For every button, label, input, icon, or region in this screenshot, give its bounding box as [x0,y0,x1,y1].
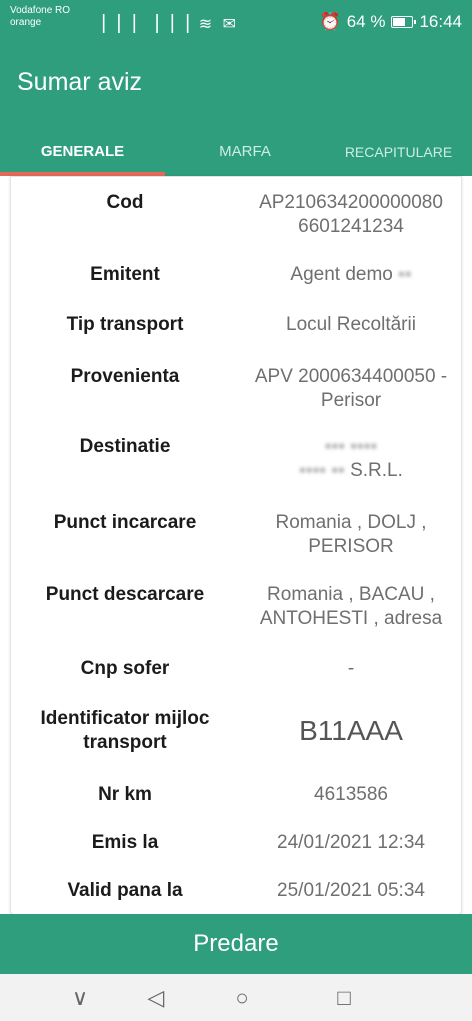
detail-label: Cod [106,192,144,213]
detail-value: 24/01/2021 12:34 [277,832,425,853]
home-icon[interactable]: ○ [222,982,262,1014]
detail-value: ▪▪▪ ▪▪▪▪ ▪▪▪▪ ▪▪ S.R.L. [239,435,461,483]
recent-apps-icon[interactable]: □ [324,982,364,1014]
back-icon[interactable]: ◁ [136,982,176,1014]
detail-value: APV 2000634400050 - Perisor [254,366,448,411]
status-bar: Vodafone RO orange ▕▕▕ ▕▕▕ ≋ ✉ ⏰ 64 % 16… [0,0,472,44]
detail-value: 25/01/2021 05:34 [277,880,425,901]
detail-value-text: S.R.L. [350,460,403,481]
signal-wifi-icons: ▕▕▕ ▕▕▕ ≋ ✉ [92,14,239,34]
alarm-icon: ⏰ [319,12,341,31]
detail-value: 4613586 [314,784,388,805]
detail-value: Romania , BACAU , ANTOHESTI , adresa [259,584,443,629]
detail-label: Punct descarcare [45,584,205,605]
detail-value: B11AAA [299,715,403,746]
signal-icon: ▕▕▕ ▕▕▕ ≋ ✉ [92,16,239,33]
detail-label: Valid pana la [67,880,183,901]
detail-value: - [347,658,355,679]
carrier-line-1: Vodafone RO [10,5,71,16]
carrier-name: Vodafone RO orange [10,5,70,29]
predare-button[interactable]: Predare [0,914,472,974]
app-bar: Sumar aviz GENERALE MARFA RECAPITULARE [0,44,472,176]
collapse-icon[interactable]: ∨ [60,982,100,1014]
redacted-text: ▪▪▪ ▪▪▪▪ [324,436,378,457]
detail-label: Destinatie [79,436,171,457]
redacted-text: ▪▪ [392,264,412,285]
detail-label: Emitent [90,264,160,285]
detail-label: Emis la [91,832,159,853]
detail-label: Identificator mijloc transport [40,708,210,753]
battery-icon [391,16,417,28]
detail-value: Locul Recoltării [286,314,416,335]
detail-label: Cnp sofer [80,658,170,679]
detail-value: Agent demo ▪▪ [239,263,461,287]
detail-value: Romania , DOLJ , PERISOR [275,512,427,557]
detail-label: Punct incarcare [53,512,197,533]
detail-label: Nr km [98,784,152,805]
status-right: ⏰ 64 % 16:44 [320,12,462,32]
system-nav-bar: ∨ ◁ ○ □ [0,974,472,1021]
clock: 16:44 [419,12,462,31]
detail-label: Provenienta [70,366,180,387]
tab-generale[interactable]: GENERALE [0,132,165,176]
detail-value-text: Agent demo [290,264,393,285]
battery-percent: 64 % [346,12,386,31]
detail-label: Tip transport [66,314,184,335]
tab-marfa[interactable]: MARFA [165,132,325,176]
redacted-text: ▪▪▪▪ ▪▪ [299,460,345,481]
page-title: Sumar aviz [17,68,143,96]
tab-bar: GENERALE MARFA RECAPITULARE [0,132,472,176]
tab-recapitulare[interactable]: RECAPITULARE [325,132,472,176]
carrier-line-2: orange [10,17,42,28]
details-card: Cod AP210634200000080 6601241234 Emitent… [10,176,462,916]
detail-value: AP210634200000080 6601241234 [259,192,443,237]
